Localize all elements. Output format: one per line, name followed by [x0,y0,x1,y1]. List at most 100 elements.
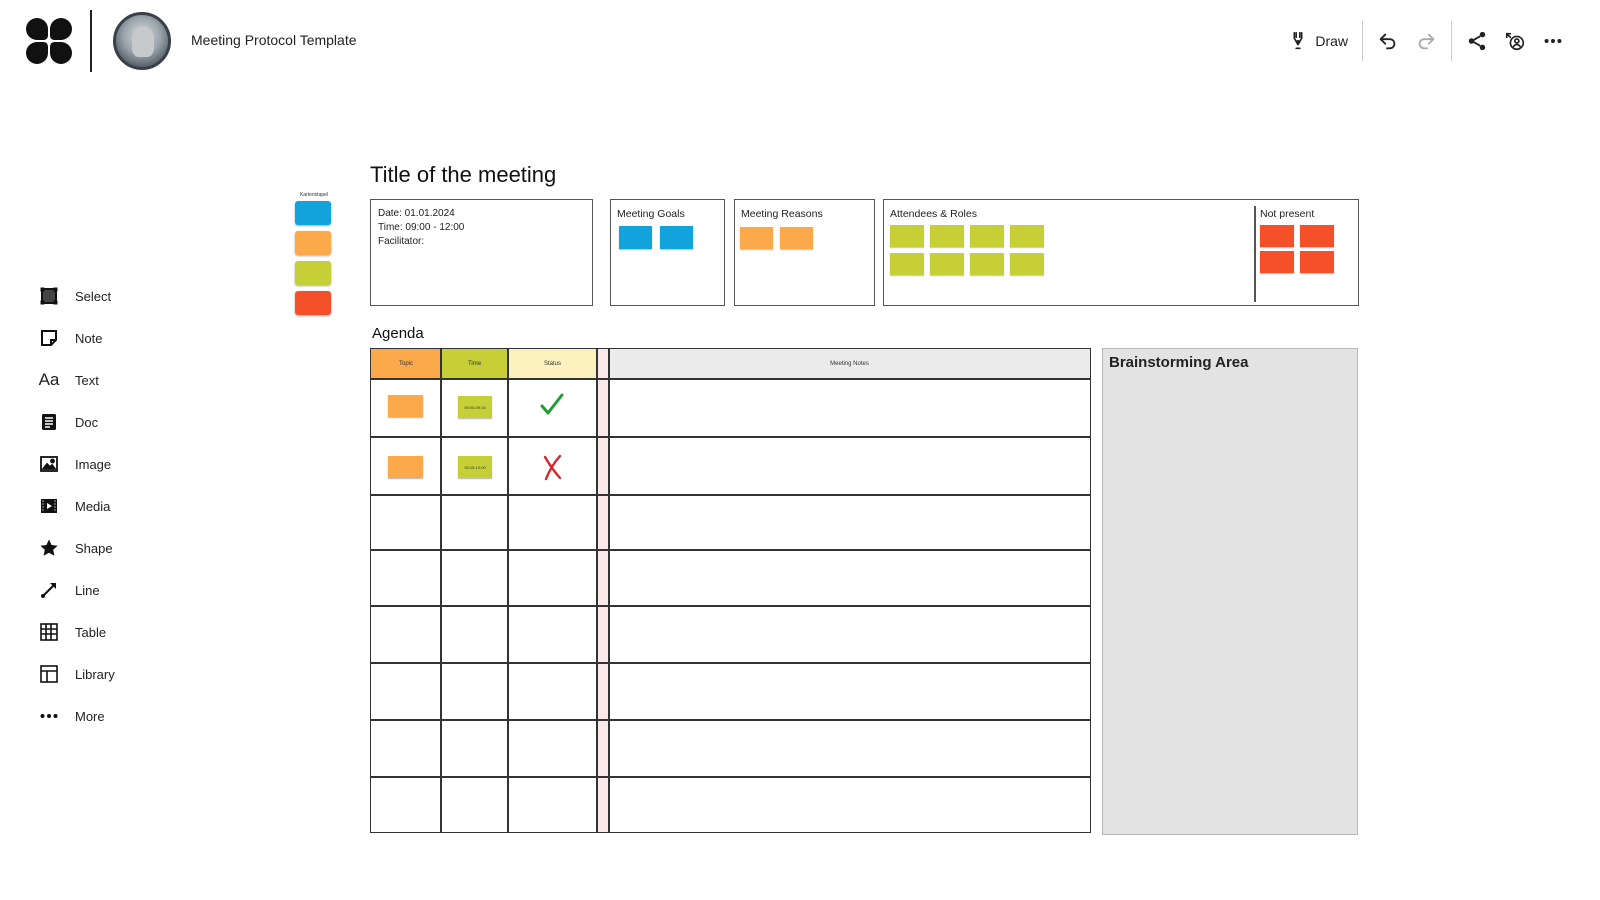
tool-label: Doc [75,414,99,430]
attendee-sticky-note[interactable] [970,225,1004,247]
agenda-table[interactable]: Topic Time Status Meeting Notes 09:00-09… [370,348,1091,833]
absent-sticky-note[interactable] [1300,251,1334,273]
grid-line [608,349,610,832]
agenda-header-topic: Topic [371,349,441,378]
attendee-sticky-note[interactable] [930,253,964,275]
tool-shape[interactable]: Shape [38,527,158,569]
document-title[interactable]: Meeting Protocol Template [191,32,357,48]
star-icon [38,537,60,559]
top-toolbar: Draw [1279,21,1572,61]
absent-sticky-note[interactable] [1260,251,1294,273]
agenda-header-time: Time [441,349,508,378]
draw-label: Draw [1315,33,1348,49]
tool-image[interactable]: Image [38,443,158,485]
table-icon [38,621,60,643]
tool-more[interactable]: More [38,695,158,737]
tool-label: Line [75,582,100,598]
not-present-divider [1254,206,1256,302]
attendee-sticky-note[interactable] [970,253,1004,275]
tool-label: Select [75,288,112,304]
attendee-sticky-note[interactable] [930,225,964,247]
pen-icon [1293,31,1303,50]
stack-card-orange[interactable] [295,231,331,255]
attendees-box[interactable]: Attendees & Roles Not present [883,199,1359,306]
doc-icon [38,411,60,433]
select-icon [38,285,60,307]
tool-media[interactable]: Media [38,485,158,527]
agenda-title[interactable]: Agenda [372,325,424,342]
attendee-sticky-note[interactable] [1010,253,1044,275]
share-icon [1468,31,1486,51]
goal-sticky-note[interactable] [660,226,693,249]
grid-line [440,349,442,832]
tool-table[interactable]: Table [38,611,158,653]
meeting-goals-label: Meeting Goals [617,208,685,220]
user-follow-icon [1505,32,1525,51]
text-icon: Aa [38,370,60,389]
goal-sticky-note[interactable] [619,226,652,249]
attendee-sticky-note[interactable] [890,225,924,247]
absent-sticky-note[interactable] [1300,225,1334,247]
stack-card-lime[interactable] [295,261,331,285]
time-sticky-note[interactable]: 09:00-09:15 [458,396,492,418]
undo-button[interactable] [1369,24,1407,58]
grid-line [371,719,1090,721]
attendees-label: Attendees & Roles [890,208,977,220]
tool-line[interactable]: Line [38,569,158,611]
more-icon [1544,38,1562,44]
cross-icon [541,453,565,486]
meeting-goals-box[interactable]: Meeting Goals [610,199,725,306]
tool-note[interactable]: Note [38,317,158,359]
note-icon [38,327,60,349]
line-icon [38,579,60,601]
tool-label: Shape [75,540,113,556]
time-sticky-note[interactable]: 09:15-10:00 [458,456,492,478]
grid-line [371,378,1090,380]
undo-icon [1379,33,1396,50]
stack-card-red[interactable] [295,291,331,315]
draw-button[interactable]: Draw [1279,24,1356,58]
app-logo[interactable] [26,18,72,64]
grid-line [371,436,1090,438]
more-options-button[interactable] [1534,24,1572,58]
share-button[interactable] [1458,24,1496,58]
meeting-facilitator: Facilitator: [378,236,425,247]
attendee-sticky-note[interactable] [890,253,924,275]
topic-sticky-note[interactable] [388,456,423,478]
grid-line [507,349,509,832]
topic-sticky-note[interactable] [388,395,423,417]
tool-library[interactable]: Library [38,653,158,695]
toolbar-separator [1451,21,1452,61]
tool-label: More [75,708,105,724]
meeting-title[interactable]: Title of the meeting [370,162,556,188]
tool-select[interactable]: Select [38,275,158,317]
left-toolbar: Select Note Aa Text Doc Image Media Shap… [38,275,158,737]
tool-label: Note [75,330,103,346]
meeting-reasons-box[interactable]: Meeting Reasons [734,199,875,306]
tool-label: Table [75,624,107,640]
meeting-info-box[interactable]: Date: 01.01.2024 Time: 09:00 - 12:00 Fac… [370,199,593,306]
tool-text[interactable]: Aa Text [38,359,158,401]
brainstorming-area[interactable]: Brainstorming Area [1102,348,1358,835]
board-avatar[interactable] [113,12,171,70]
tool-label: Media [75,498,111,514]
reason-sticky-note[interactable] [740,227,773,249]
reason-sticky-note[interactable] [780,227,813,249]
tool-doc[interactable]: Doc [38,401,158,443]
attendee-sticky-note[interactable] [1010,225,1044,247]
meeting-reasons-label: Meeting Reasons [741,208,823,220]
grid-line [371,662,1090,664]
image-icon [38,453,60,475]
card-stack-label: Kartenstapel [299,192,329,198]
card-stack[interactable]: Kartenstapel [295,192,333,321]
header-divider [90,10,92,72]
agenda-header-status: Status [508,349,597,378]
redo-button[interactable] [1407,24,1445,58]
presence-button[interactable] [1496,24,1534,58]
toolbar-separator [1362,21,1363,61]
tool-label: Library [75,666,115,682]
stack-card-blue[interactable] [295,201,331,225]
more-icon [38,705,60,727]
redo-icon [1418,33,1435,50]
absent-sticky-note[interactable] [1260,225,1294,247]
